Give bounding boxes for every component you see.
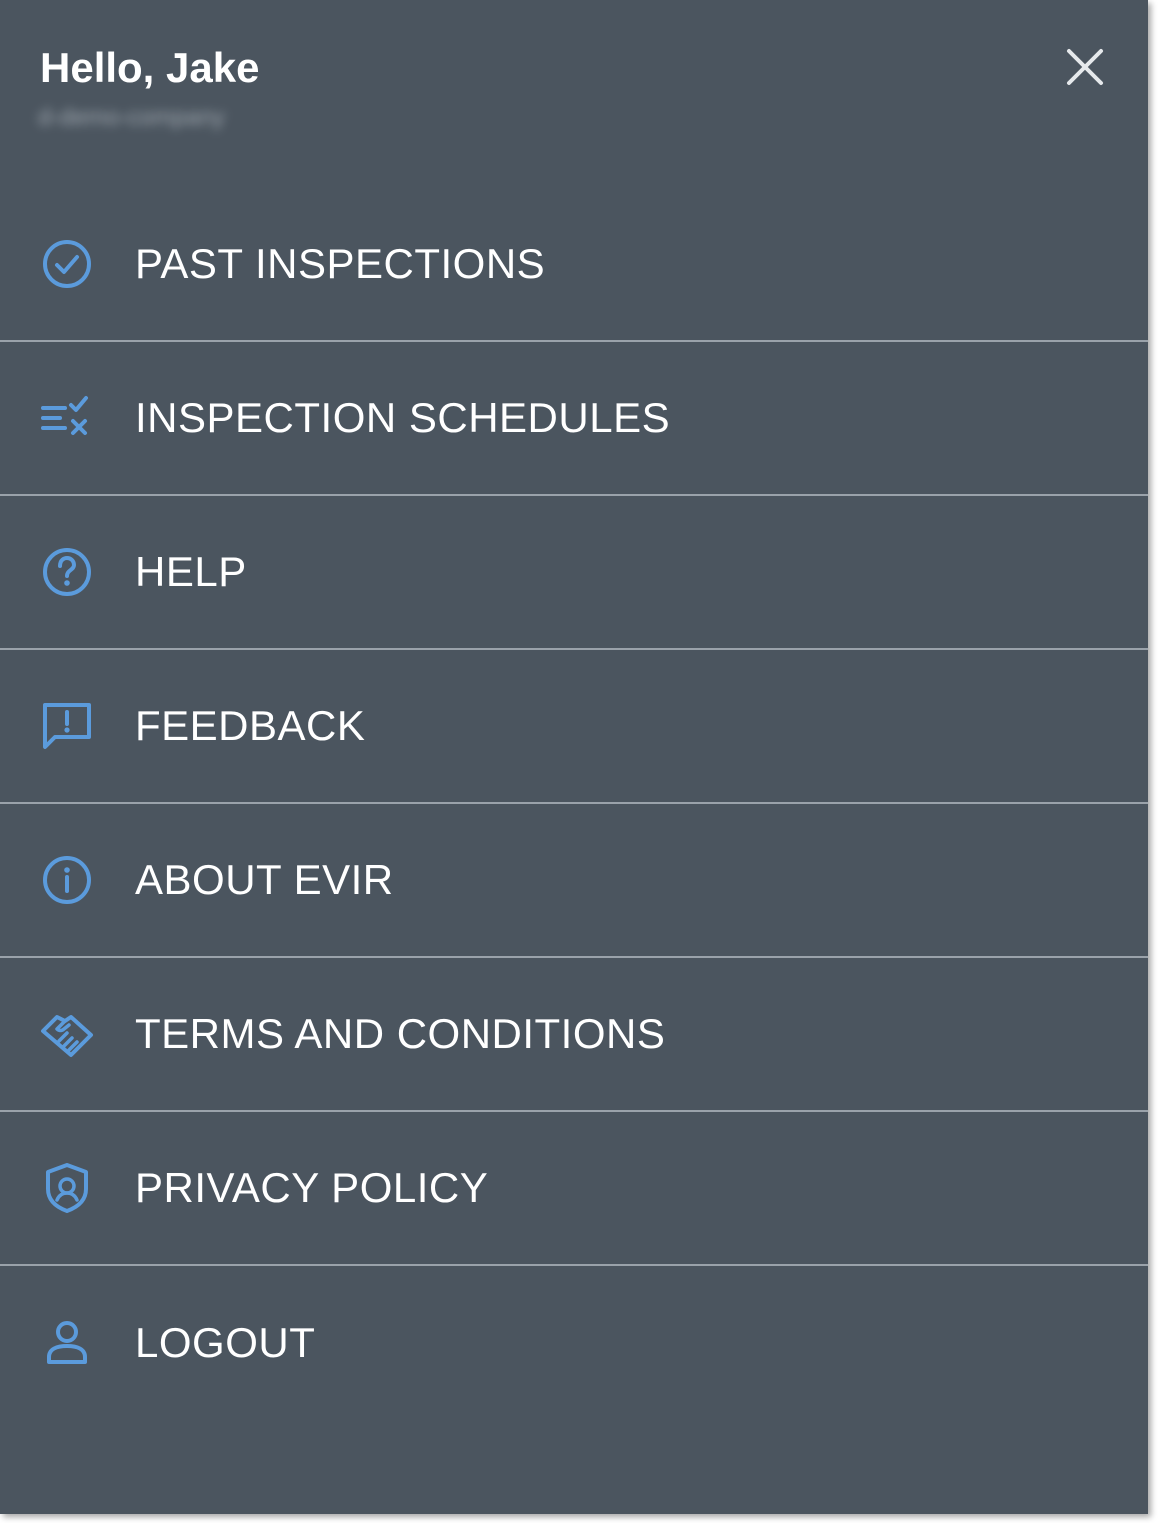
menu-item-inspection-schedules[interactable]: INSPECTION SCHEDULES [0,342,1148,496]
menu-item-label: INSPECTION SCHEDULES [135,394,671,441]
drawer-menu: PAST INSPECTIONS INSPECTION SCHEDULES HE… [0,188,1148,1420]
close-icon [1067,49,1103,85]
info-circle-icon [40,853,94,907]
menu-item-feedback[interactable]: FEEDBACK [0,650,1148,804]
schedule-checklist-icon [40,391,94,445]
navigation-drawer: Hello, Jake d-demo-company PAST INSPECTI… [0,0,1148,1514]
greeting-text: Hello, Jake [40,44,260,91]
menu-item-past-inspections[interactable]: PAST INSPECTIONS [0,188,1148,342]
handshake-icon [40,1007,94,1061]
shield-icon [40,1161,94,1215]
menu-item-logout[interactable]: LOGOUT [0,1266,1148,1420]
menu-item-about-evir[interactable]: ABOUT EVIR [0,804,1148,958]
menu-item-label: PRIVACY POLICY [135,1164,489,1211]
user-icon [40,1316,94,1370]
menu-item-label: LOGOUT [135,1319,316,1366]
menu-item-terms-and-conditions[interactable]: TERMS AND CONDITIONS [0,958,1148,1112]
check-circle-icon [40,237,94,291]
company-name: d-demo-company [38,104,225,131]
menu-item-label: FEEDBACK [135,702,366,749]
drawer-header: Hello, Jake d-demo-company [0,0,1148,188]
menu-item-label: HELP [135,548,247,595]
menu-item-label: TERMS AND CONDITIONS [135,1010,666,1057]
feedback-message-icon [40,699,94,753]
menu-item-help[interactable]: HELP [0,496,1148,650]
menu-item-label: PAST INSPECTIONS [135,240,546,287]
menu-item-label: ABOUT EVIR [135,856,394,903]
close-button[interactable] [1062,44,1108,90]
menu-item-privacy-policy[interactable]: PRIVACY POLICY [0,1112,1148,1266]
question-circle-icon [40,545,94,599]
